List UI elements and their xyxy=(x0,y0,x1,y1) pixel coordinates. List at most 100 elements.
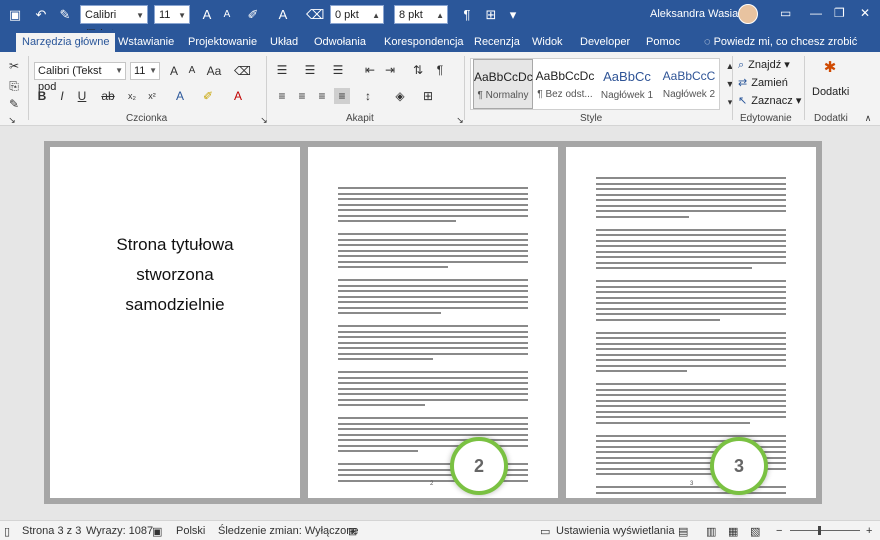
shrink-font-icon[interactable]: A xyxy=(184,63,200,79)
display-settings[interactable]: Ustawienia wyświetlania xyxy=(556,525,675,537)
styles-more-icon[interactable]: ▾ xyxy=(722,94,738,110)
copy-icon[interactable]: ⎘ xyxy=(6,78,22,94)
shading-icon[interactable]: ◈ xyxy=(392,88,408,104)
addins-icon[interactable]: ✱ xyxy=(820,60,840,76)
decrease-indent-icon[interactable]: ⇤ xyxy=(362,62,378,78)
style-normal[interactable]: AaBbCcDc ¶ Normalny xyxy=(473,59,533,109)
proofing-icon[interactable]: ▣ xyxy=(152,525,162,538)
zoom-slider-track[interactable] xyxy=(790,530,860,531)
superscript-icon[interactable]: x² xyxy=(144,88,160,104)
align-right-icon[interactable]: ≡ xyxy=(314,88,330,104)
numbering-icon[interactable]: ☰ xyxy=(302,62,318,78)
sort-icon[interactable]: ⇅ xyxy=(410,62,426,78)
track-changes-status[interactable]: Śledzenie zmian: Wyłączone xyxy=(218,525,359,537)
page-3[interactable]: 3 xyxy=(566,147,816,498)
tab-review[interactable]: Recenzja xyxy=(468,33,526,52)
page-title[interactable]: Strona tytułowa stworzona samodzielnie xyxy=(50,147,300,498)
page-count[interactable]: Strona 3 z 3 xyxy=(22,525,81,537)
clipboard-launcher-icon[interactable]: ↘ xyxy=(4,112,20,128)
tab-design[interactable]: Projektowanie xyxy=(182,33,263,52)
borders-icon[interactable]: ⊞ xyxy=(420,88,436,104)
format-painter-icon[interactable]: ✎ xyxy=(58,6,72,24)
qat-font-name[interactable]: Calibri (Tekst ▼ xyxy=(80,5,148,40)
page-2[interactable]: 2 xyxy=(308,147,558,498)
tab-home[interactable]: Narzędzia główne xyxy=(16,33,116,52)
underline-icon[interactable]: U xyxy=(74,88,90,104)
subscript-icon[interactable]: x₂ xyxy=(124,88,140,104)
customize-qat-icon[interactable]: ▾ xyxy=(506,6,520,24)
focus-icon[interactable]: ▤ xyxy=(678,525,688,538)
status-layout-icon[interactable]: ▯ xyxy=(4,525,10,538)
zoom-out-icon[interactable]: − xyxy=(776,525,782,537)
language[interactable]: Polski xyxy=(176,525,205,537)
display-settings-icon[interactable]: ▭ xyxy=(540,525,550,538)
close-icon[interactable]: ✕ xyxy=(860,6,870,20)
style-no-spacing[interactable]: AaBbCcDc ¶ Bez odst... xyxy=(535,59,595,109)
font-color-icon[interactable]: A xyxy=(230,88,246,104)
tab-view[interactable]: Widok xyxy=(526,33,569,52)
clear-format-icon[interactable]: ⌫ xyxy=(306,6,324,24)
format-painter-icon[interactable]: ✎ xyxy=(6,96,22,112)
grow-font-icon[interactable]: A xyxy=(166,63,182,79)
zoom-slider-thumb[interactable] xyxy=(818,526,821,535)
pilcrow-icon[interactable]: ¶ xyxy=(460,6,474,24)
tab-references[interactable]: Odwołania xyxy=(308,33,372,52)
bold-icon[interactable]: B xyxy=(34,88,50,104)
styles-scroll-up-icon[interactable]: ▲ xyxy=(722,58,738,74)
tell-me-search[interactable]: ◌ Powiedz mi, co chcesz zrobić xyxy=(704,33,857,52)
addins-button-label[interactable]: Dodatki xyxy=(812,86,849,98)
zoom-in-icon[interactable]: + xyxy=(866,525,872,537)
ribbon-display-icon[interactable]: ▭ xyxy=(780,6,791,20)
strikethrough-icon[interactable]: ab xyxy=(100,88,116,104)
bullets-icon[interactable]: ☰ xyxy=(274,62,290,78)
show-marks-icon[interactable]: ¶ xyxy=(432,62,448,78)
replace-button[interactable]: ⇄ Zamień xyxy=(738,76,788,89)
tab-mailings[interactable]: Korespondencja xyxy=(378,33,470,52)
collapse-ribbon-icon[interactable]: ∧ xyxy=(860,110,876,126)
clear-formatting-icon[interactable]: ⌫ xyxy=(234,63,251,79)
style-heading-1[interactable]: AaBbCc Nagłówek 1 xyxy=(597,59,657,109)
change-case-icon[interactable]: Aa xyxy=(206,63,222,79)
tab-help[interactable]: Pomoc xyxy=(640,33,686,52)
minimize-icon[interactable]: — xyxy=(810,6,822,20)
spacing-after-field[interactable]: 8 pkt ▲ xyxy=(394,5,448,24)
save-icon[interactable]: ▣ xyxy=(8,6,22,24)
highlight-icon[interactable]: ✐ xyxy=(244,6,262,24)
font-size-combo[interactable]: 11 ▼ xyxy=(130,62,160,80)
find-button[interactable]: ⌕ Znajdź ▾ xyxy=(738,58,790,72)
avatar[interactable] xyxy=(738,4,758,24)
justify-icon[interactable]: ≡ xyxy=(334,88,350,104)
tab-developer[interactable]: Developer xyxy=(574,33,636,52)
print-layout-icon[interactable]: ▦ xyxy=(728,525,738,538)
qat-font-size[interactable]: 11 ▼ xyxy=(154,5,190,24)
undo-icon[interactable]: ↶ xyxy=(34,6,48,24)
grow-font-icon[interactable]: A xyxy=(200,6,214,24)
maximize-icon[interactable]: ❐ xyxy=(834,6,845,20)
align-center-icon[interactable]: ≡ xyxy=(294,88,310,104)
web-layout-icon[interactable]: ▧ xyxy=(750,525,760,538)
increase-indent-icon[interactable]: ⇥ xyxy=(382,62,398,78)
select-button[interactable]: ↖ Zaznacz ▾ xyxy=(738,94,801,107)
document-area[interactable]: Strona tytułowa stworzona samodzielnie 2… xyxy=(0,127,880,520)
paragraph-launcher-icon[interactable]: ↘ xyxy=(452,112,468,128)
align-left-icon[interactable]: ≡ xyxy=(274,88,290,104)
font-color-icon[interactable]: A xyxy=(276,6,290,24)
line-spacing-icon[interactable]: ↕ xyxy=(360,88,376,104)
draw-table-icon[interactable]: ⊞ xyxy=(484,6,498,24)
text-effects-icon[interactable]: A xyxy=(172,88,188,104)
spacing-before-field[interactable]: 0 pkt ▲ xyxy=(330,5,384,24)
word-count[interactable]: Wyrazy: 1087 xyxy=(86,525,153,537)
font-name-combo[interactable]: Calibri (Tekst pod ▼ xyxy=(34,62,126,93)
shrink-font-icon[interactable]: A xyxy=(220,6,234,24)
tab-insert[interactable]: Wstawianie xyxy=(112,33,180,52)
styles-scroll-down-icon[interactable]: ▼ xyxy=(722,76,738,92)
tab-layout[interactable]: Układ xyxy=(264,33,304,52)
cut-icon[interactable]: ✂ xyxy=(6,58,22,74)
highlight-icon[interactable]: ✐ xyxy=(200,88,216,104)
accessibility-icon[interactable]: ⊞ xyxy=(348,525,357,538)
style-heading-2[interactable]: AaBbCcC Nagłówek 2 xyxy=(659,59,719,109)
font-launcher-icon[interactable]: ↘ xyxy=(256,112,272,128)
italic-icon[interactable]: I xyxy=(54,88,70,104)
multilevel-list-icon[interactable]: ☰ xyxy=(330,62,346,78)
read-mode-icon[interactable]: ▥ xyxy=(706,525,716,538)
